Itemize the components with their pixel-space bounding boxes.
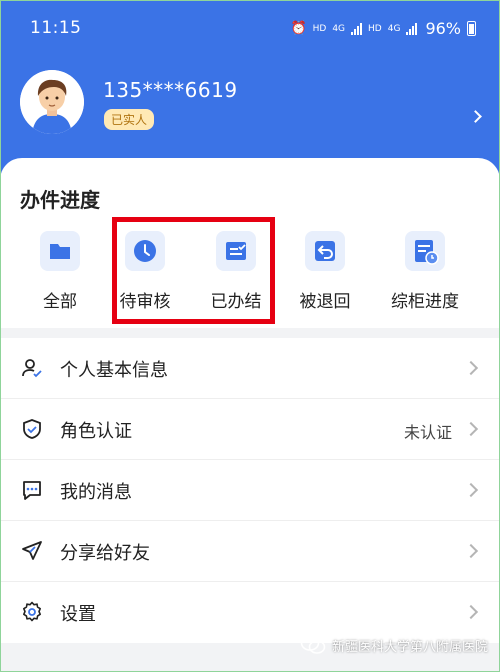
message-icon (23, 481, 41, 500)
menu-item-role-auth[interactable]: 角色认证 未认证 (0, 399, 500, 460)
clock-icon (125, 231, 165, 271)
menu-item-personal-info[interactable]: 个人基本信息 (0, 338, 500, 399)
avatar[interactable] (20, 70, 84, 134)
menu-item-label: 角色认证 (60, 421, 132, 442)
watermark: 新疆医科大学第八附属医院 (300, 634, 488, 656)
chevron-right-icon (463, 421, 479, 437)
progress-item-counter-progress[interactable]: 综柜进度 (375, 231, 475, 312)
shield-check-icon (23, 419, 41, 439)
settings-menu: 个人基本信息 角色认证 未认证 我的消息 分享给好友 设置 (0, 338, 500, 643)
progress-item-label: 待审核 (119, 292, 171, 312)
chevron-right-icon (463, 360, 479, 376)
progress-item-label: 已办结 (210, 292, 262, 312)
return-arrow-icon (305, 231, 345, 271)
progress-item-completed[interactable]: 已办结 (186, 231, 286, 312)
hd-label: HD (312, 23, 327, 34)
signal-icon (351, 22, 363, 35)
menu-item-label: 个人基本信息 (60, 360, 168, 381)
menu-item-messages[interactable]: 我的消息 (0, 460, 500, 521)
user-check-icon (22, 359, 42, 378)
status-time: 11:15 (30, 18, 82, 38)
network-label-2: 4G (387, 23, 401, 34)
progress-item-pending[interactable]: 待审核 (95, 231, 195, 312)
network-label: 4G (332, 23, 346, 34)
section-divider (0, 328, 500, 338)
signal-icon-2 (406, 22, 418, 35)
hd-label-2: HD (368, 23, 382, 34)
schedule-icon (405, 231, 445, 271)
progress-item-label: 综柜进度 (391, 292, 459, 312)
auth-status: 未认证 (403, 423, 452, 442)
status-bar: 11:15 ⏰ HD 4G HD 4G 96% (0, 0, 500, 60)
status-icons: ⏰ HD 4G HD 4G 96% (290, 19, 476, 38)
progress-item-label: 被退回 (299, 292, 351, 312)
chevron-right-icon (463, 482, 479, 498)
alarm-icon: ⏰ (290, 21, 307, 36)
battery-percent: 96% (425, 19, 461, 38)
menu-item-label: 设置 (60, 604, 96, 625)
battery-icon (467, 21, 476, 36)
progress-title: 办件进度 (20, 188, 100, 212)
share-icon (22, 541, 42, 560)
real-name-badge: 已实人 (104, 109, 155, 130)
menu-item-label: 分享给好友 (60, 543, 150, 564)
chevron-right-icon (463, 543, 479, 559)
completed-doc-icon (216, 231, 256, 271)
folder-icon (40, 231, 80, 271)
progress-item-returned[interactable]: 被退回 (275, 231, 375, 312)
progress-card: 办件进度 全部 待审核 已办结 被退回 综柜进度 (0, 158, 500, 328)
menu-item-share[interactable]: 分享给好友 (0, 521, 500, 582)
avatar-illustration (20, 70, 84, 134)
chevron-right-icon (463, 604, 479, 620)
gear-icon (23, 601, 41, 622)
watermark-text: 新疆医科大学第八附属医院 (331, 639, 488, 655)
menu-item-label: 我的消息 (60, 482, 132, 503)
user-phone: 135****6619 (103, 78, 238, 102)
wechat-logo-icon (300, 635, 326, 654)
